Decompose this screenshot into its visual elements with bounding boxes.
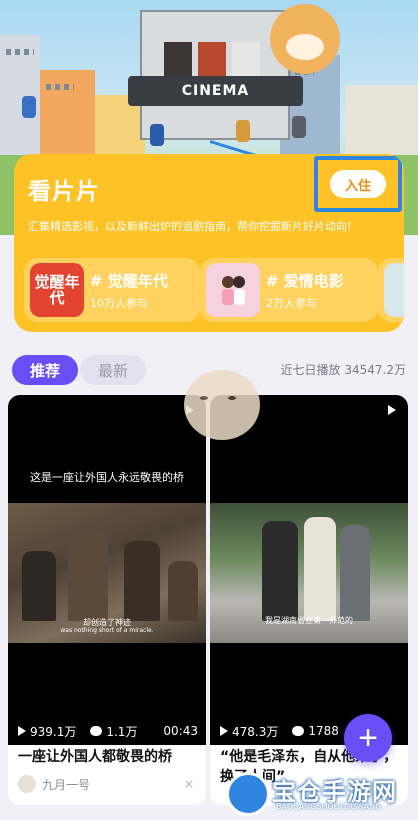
video-thumbnail[interactable]: 我是湖南省立第一师范的 478.3万 1788 [210,395,408,745]
watermark-logo-icon [226,772,270,816]
figure [22,96,36,118]
building [40,70,95,165]
video-frame: 我是湖南省立第一师范的 [210,503,408,643]
topic-name: # 爱情电影 [266,271,344,290]
video-duration: 00:43 [163,724,198,738]
comment-icon [90,726,103,736]
tab-recommend[interactable]: 推荐 [12,355,78,385]
video-meta: 939.1万 1.1万 00:43 [8,721,206,741]
topic-count: 2万人参与 [266,296,317,310]
dismiss-icon[interactable]: × [184,777,194,791]
weekly-play-count: 近七日播放 34547.2万 [280,363,406,377]
topic-thumbnail [206,263,260,317]
building [345,85,418,165]
comment-count: 1.1万 [106,724,138,739]
watermark: 宝仓手游网 BAOCANGSHOUYOUWANG [226,770,416,816]
view-count: 478.3万 [232,724,279,739]
video-caption: 这是一座让外国人永远敬畏的桥 [30,471,184,484]
topic-count: 10万人参与 [90,296,148,310]
subtitle-en: was nothing short of a miracle. [60,627,154,634]
author[interactable]: 九月一号 [18,775,90,793]
play-icon [388,405,396,415]
topic-thumbnail: 觉醒年代 [30,263,84,317]
card-description: 汇集精选影视，以及新鲜出炉的追剧指南，帮你挖掘新片好片动向! [28,220,352,233]
comment-icon [292,726,305,736]
watermark-domain: BAOCANGSHOUYOUWANG [276,802,382,811]
subtitle-cn: 我是湖南省立第一师范的 [265,616,353,625]
join-button[interactable]: 入住 [330,170,386,198]
video-title[interactable]: 一座让外国人都敬畏的桥 [18,747,202,767]
topic-item[interactable]: # 爱情电影 2万人参与 [200,258,378,322]
topic-item[interactable] [378,258,404,322]
cinema-sign: CINEMA [128,76,303,106]
figure [236,120,250,142]
views-icon [18,726,26,736]
video-thumbnail[interactable]: 这是一座让外国人永远敬畏的桥 却创造了神迹 was nothing short … [8,395,206,745]
topic-thumbnail [384,263,404,317]
couple-icon [222,276,245,305]
cat-mascot [270,4,340,74]
topic-item[interactable]: 觉醒年代 # 觉醒年代 10万人参与 [24,258,200,322]
card-title: 看片片 [28,179,100,205]
tab-latest[interactable]: 最新 [80,355,146,385]
feed-tabs: 推荐 最新 [12,355,146,385]
figure [150,124,164,146]
cinema-building [140,10,290,140]
author-name: 九月一号 [42,777,91,792]
topic-name: # 觉醒年代 [90,271,168,290]
avatar [18,775,36,793]
add-button[interactable]: + [344,714,392,762]
video-frame: 却创造了神迹 was nothing short of a miracle. [8,503,206,643]
views-icon [220,726,228,736]
video-card[interactable]: 这是一座让外国人永远敬畏的桥 却创造了神迹 was nothing short … [8,395,206,805]
mascot-illustration [184,370,260,440]
figure [292,116,306,138]
view-count: 939.1万 [30,724,77,739]
kanpianpian-card: 看片片 入住 汇集精选影视，以及新鲜出炉的追剧指南，帮你挖掘新片好片动向! 觉醒… [14,154,404,332]
comment-count: 1788 [308,724,339,738]
